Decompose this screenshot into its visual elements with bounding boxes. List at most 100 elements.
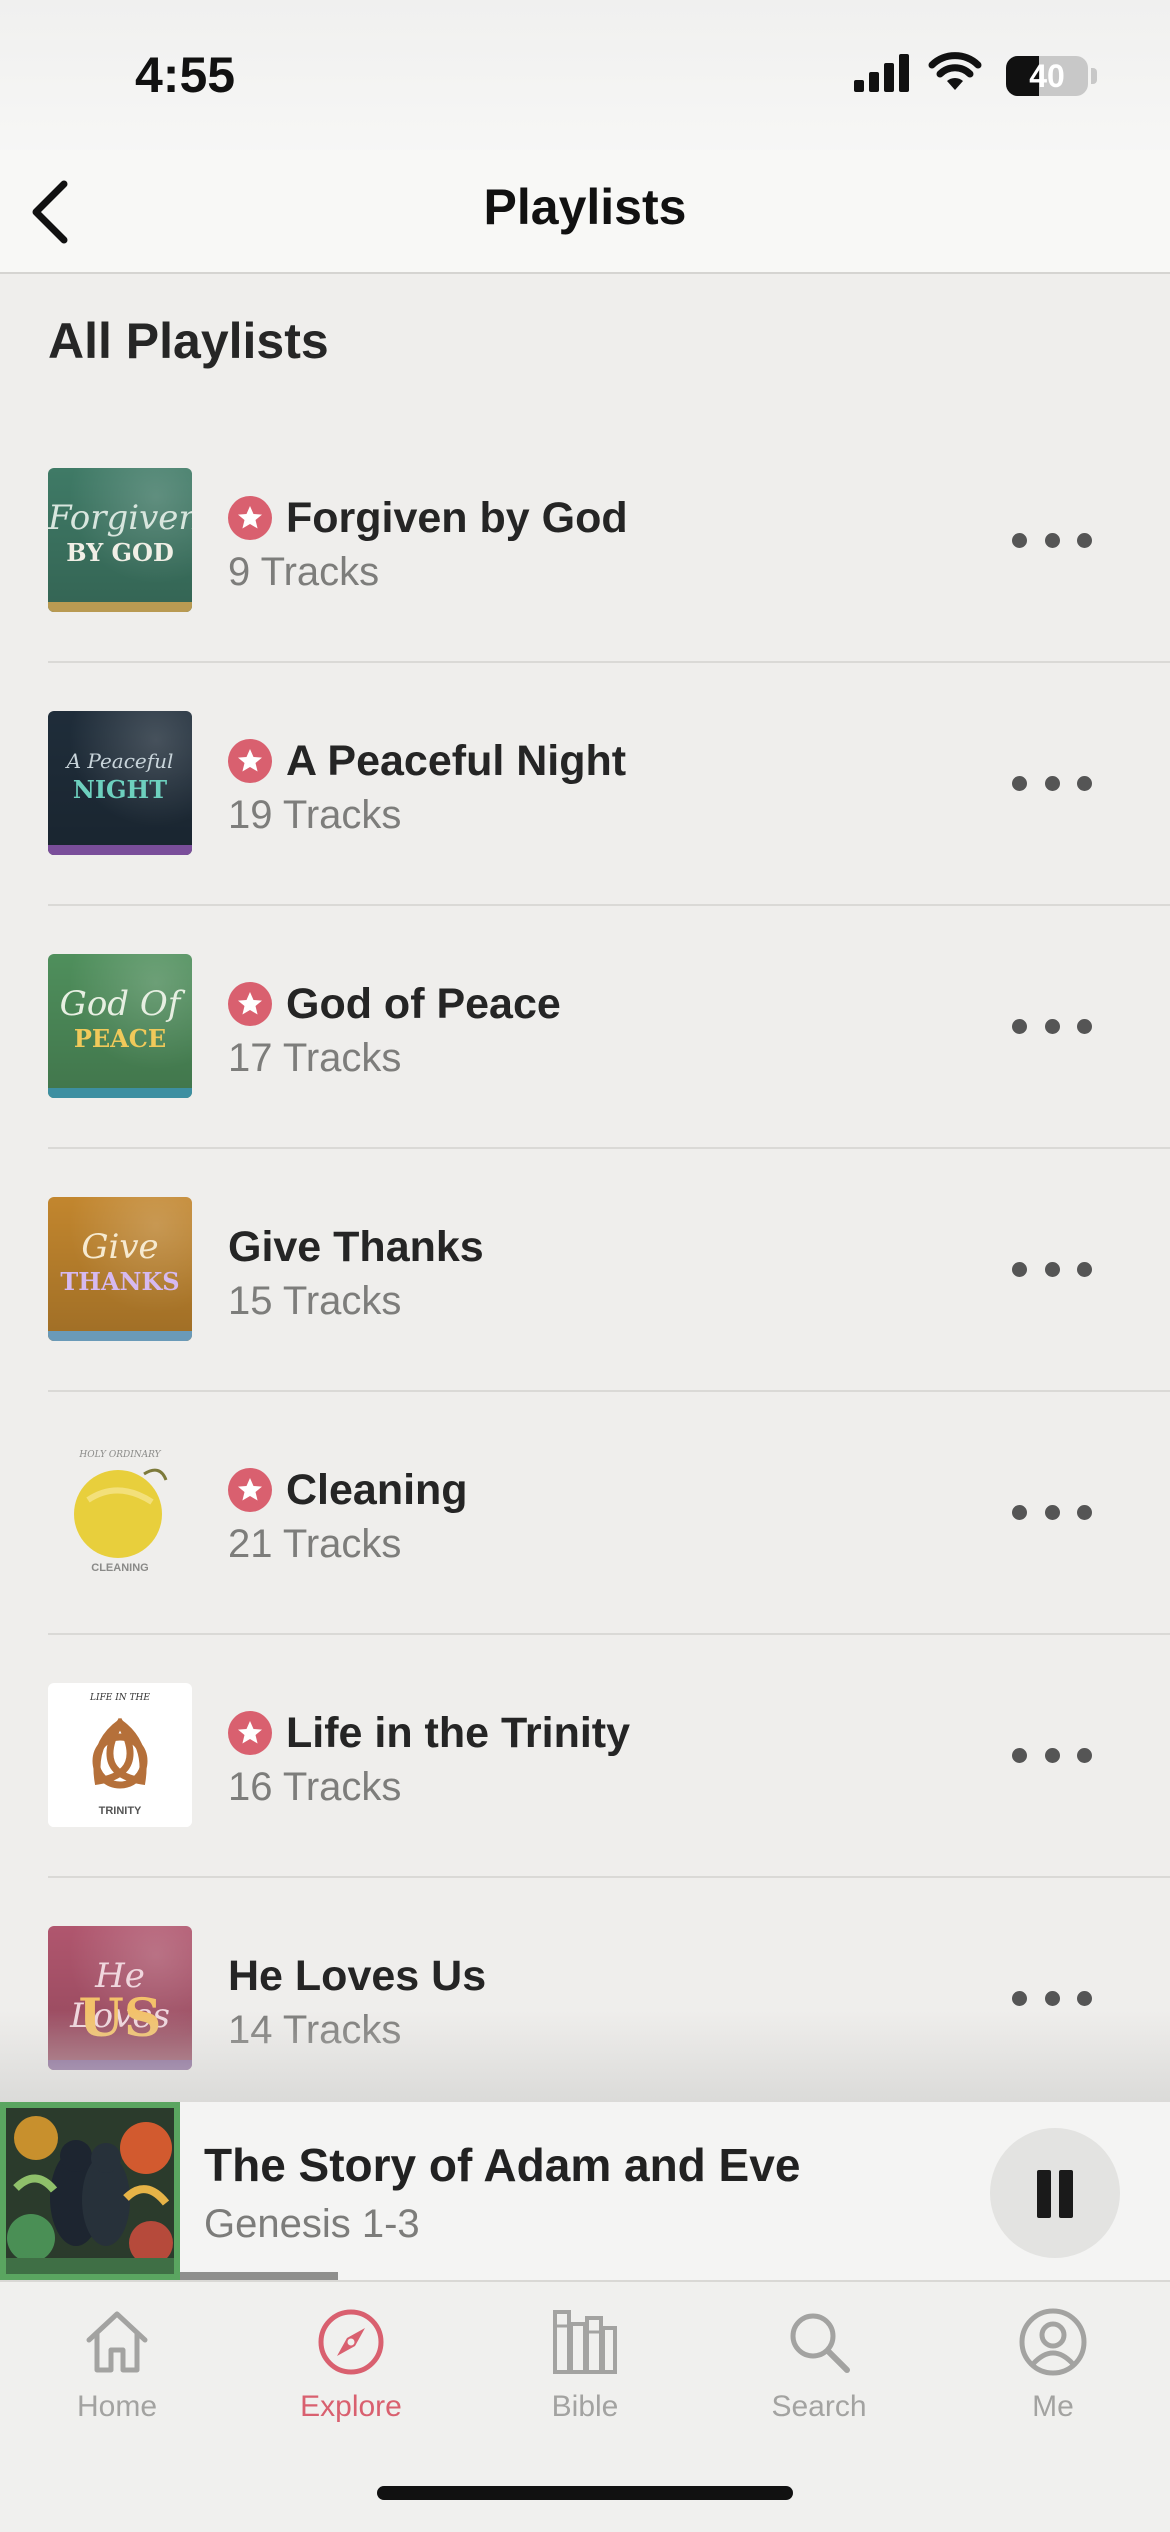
ellipsis-dot (1012, 775, 1027, 791)
ellipsis-dot (1077, 1990, 1092, 2006)
cover-title-text: Forgiven (48, 498, 192, 538)
wifi-icon (928, 52, 982, 90)
playlist-row[interactable]: Give THANKS Give Thanks 15 Tracks (48, 1149, 1170, 1392)
ellipsis-dot (1077, 1504, 1092, 1520)
star-badge-icon (228, 982, 272, 1026)
cover-stripe (48, 1574, 192, 1584)
tab-me[interactable]: Me (936, 2302, 1170, 2452)
cover-title-text: God Of (59, 984, 181, 1024)
tab-explore[interactable]: Explore (234, 2302, 468, 2452)
tab-label: Bible (551, 2390, 619, 2423)
mini-player[interactable]: The Story of Adam and Eve Genesis 1-3 (0, 2102, 1170, 2280)
cover-subtitle-text: NIGHT (72, 775, 168, 804)
cover-subtitle-text: TRINITY (98, 1805, 142, 1817)
ellipsis-dot (1012, 532, 1027, 548)
ellipsis-dot (1044, 532, 1060, 548)
ellipsis-dot (1012, 1747, 1027, 1763)
playlist-title: Life in the Trinity (286, 1708, 631, 1757)
ellipsis-dot (1044, 1018, 1060, 1034)
cover-stripe (48, 1088, 192, 1098)
playlist-title: God of Peace (286, 979, 561, 1028)
cover-subtitle-text: PEACE (73, 1024, 167, 1053)
pause-icon (1059, 2170, 1073, 2218)
person-circle-icon (1019, 2308, 1087, 2376)
playlist-title: Cleaning (286, 1465, 468, 1514)
ellipsis-dot (1044, 1504, 1060, 1520)
tab-label: Me (1032, 2390, 1074, 2423)
playlist-title-line: God of Peace (228, 974, 561, 1034)
playlist-info: A Peaceful Night 19 Tracks (228, 731, 626, 838)
playlist-cover: Give THANKS (48, 1197, 192, 1341)
playlist-track-count: 9 Tracks (228, 550, 380, 594)
cover-subtitle-text: THANKS (60, 1267, 180, 1296)
star-badge-icon (228, 739, 272, 783)
playlist-title-line: A Peaceful Night (228, 731, 626, 791)
star-badge-icon (228, 1711, 272, 1755)
tab-label: Search (771, 2390, 867, 2423)
playlist-title-line: Cleaning (228, 1460, 468, 1520)
tab-search[interactable]: Search (702, 2302, 936, 2452)
playlist-title-line: Life in the Trinity (228, 1703, 630, 1763)
playlist-info: Give Thanks 15 Tracks (228, 1217, 484, 1324)
ellipsis-dot (1077, 1018, 1092, 1034)
cover-subtitle-text: BY GOD (66, 538, 174, 567)
now-playing-title: The Story of Adam and Eve (204, 2139, 801, 2191)
pause-button[interactable] (990, 2128, 1120, 2258)
ellipsis-dot (1077, 1747, 1092, 1763)
pause-icon (1037, 2170, 1051, 2218)
ellipsis-dot (1077, 775, 1092, 791)
tab-home[interactable]: Home (0, 2302, 234, 2452)
battery-icon: 40 (1006, 56, 1088, 96)
cover-stripe (48, 1817, 192, 1827)
playlist-row[interactable]: Forgiven BY GOD Forgiven by God 9 Tracks (48, 420, 1170, 663)
playlist-title: Forgiven by God (286, 493, 628, 542)
ellipsis-dot (1044, 1747, 1060, 1763)
playlist-list: Forgiven BY GOD Forgiven by God 9 Tracks… (0, 420, 1170, 2121)
star-badge-icon (228, 496, 272, 540)
playlist-info: Forgiven by God 9 Tracks (228, 488, 628, 595)
status-time: 4:55 (135, 47, 236, 103)
playlist-track-count: 16 Tracks (228, 1765, 402, 1809)
ellipsis-dot (1012, 1504, 1027, 1520)
playlist-track-count: 15 Tracks (228, 1279, 402, 1323)
playlist-cover: God Of PEACE (48, 954, 192, 1098)
cover-subtitle-text: CLEANING (91, 1562, 149, 1574)
tab-bible[interactable]: Bible (468, 2302, 702, 2452)
playlist-cover: HOLY ORDINARY CLEANING (48, 1440, 192, 1584)
section-title: All Playlists (48, 313, 329, 369)
more-options-button[interactable] (1012, 1482, 1092, 1542)
playlist-row[interactable]: God Of PEACE God of Peace 17 Tracks (48, 906, 1170, 1149)
playlist-track-count: 21 Tracks (228, 1522, 402, 1566)
playlist-cover: LIFE IN THE TRINITY (48, 1683, 192, 1827)
star-badge-icon (228, 1468, 272, 1512)
playlist-title-line: Give Thanks (228, 1217, 484, 1277)
ellipsis-dot (1044, 1990, 1060, 2006)
playlist-row[interactable]: HOLY ORDINARY CLEANING Cleaning 21 Track… (48, 1392, 1170, 1635)
status-bar: 4:55 40 (0, 0, 1170, 160)
cover-stripe (48, 1331, 192, 1341)
ellipsis-dot (1044, 775, 1060, 791)
playback-progress-fill (180, 2272, 339, 2280)
playlist-row[interactable]: LIFE IN THE TRINITY Life in the Trinity … (48, 1635, 1170, 1878)
more-options-button[interactable] (1012, 753, 1092, 813)
more-options-button[interactable] (1012, 996, 1092, 1056)
more-options-button[interactable] (1012, 1725, 1092, 1785)
cover-title-text: LIFE IN THE (90, 1693, 150, 1703)
playlist-row[interactable]: A Peaceful NIGHT A Peaceful Night 19 Tra… (48, 663, 1170, 906)
ellipsis-dot (1012, 1261, 1027, 1277)
ellipsis-dot (1044, 1261, 1060, 1277)
bible-books-icon (553, 2310, 617, 2374)
more-options-button[interactable] (1012, 510, 1092, 570)
house-icon (86, 2311, 148, 2373)
more-options-button[interactable] (1012, 1239, 1092, 1299)
cover-stripe (48, 602, 192, 612)
cellular-signal-icon (854, 54, 909, 92)
list-fade (0, 2010, 1170, 2102)
now-playing-subtitle: Genesis 1-3 (204, 2202, 420, 2246)
tab-label: Home (76, 2390, 158, 2423)
ellipsis-dot (1012, 1990, 1027, 2006)
playlist-track-count: 19 Tracks (228, 793, 402, 837)
cover-stripe (48, 845, 192, 855)
playlist-cover: Forgiven BY GOD (48, 468, 192, 612)
cover-title-text: Give (81, 1227, 159, 1267)
